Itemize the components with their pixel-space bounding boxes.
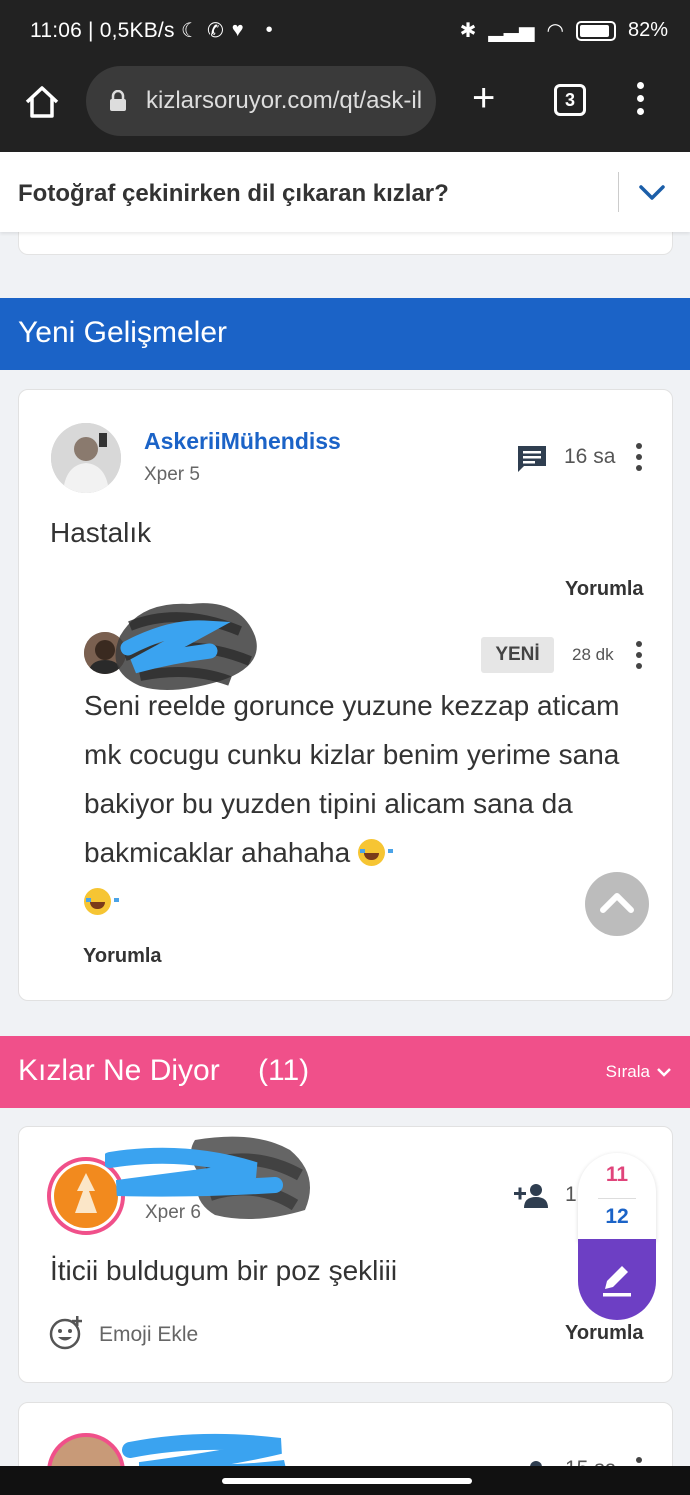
home-icon[interactable] bbox=[22, 82, 62, 122]
reply-comment-button[interactable]: Yorumla bbox=[83, 945, 162, 968]
username[interactable]: AskeriiMühendiss bbox=[144, 428, 341, 455]
moon-icon: ☾ bbox=[181, 20, 199, 42]
message-icon[interactable] bbox=[516, 444, 548, 474]
new-badge: YENİ bbox=[481, 637, 554, 673]
reply-avatar-photo bbox=[84, 632, 126, 674]
battery-icon bbox=[575, 20, 616, 41]
battery-percent: 82% bbox=[627, 19, 668, 41]
whatsapp-icon: ✆ bbox=[206, 20, 224, 42]
wifi-icon: ◠ bbox=[546, 20, 564, 42]
sort-button[interactable]: Sırala bbox=[606, 1062, 672, 1082]
avatar-photo bbox=[51, 423, 121, 493]
reply-avatar[interactable] bbox=[84, 632, 126, 674]
url-bar[interactable]: kizlarsoruyor.com/qt/ask-il bbox=[86, 66, 436, 136]
girl-comment-button[interactable]: Yorumla bbox=[565, 1322, 644, 1345]
signal-icon: ▂▃▅ bbox=[488, 20, 535, 42]
sort-label: Sırala bbox=[605, 1062, 650, 1081]
question-title: Fotoğraf çekinirken dil çıkaran kızlar? bbox=[18, 180, 449, 207]
status-time: 11:06 | 0,5KB/s bbox=[30, 19, 175, 42]
system-nav-bar bbox=[0, 1466, 690, 1495]
counter-separator bbox=[598, 1198, 636, 1199]
xper-level: Xper 5 bbox=[144, 464, 200, 485]
girls-section-header: Kızlar Ne Diyor (11) Sırala bbox=[0, 1036, 690, 1108]
header-divider bbox=[618, 172, 619, 212]
girls-count: 11 bbox=[605, 1163, 629, 1186]
question-header: Fotoğraf çekinirken dil çıkaran kızlar? bbox=[0, 152, 690, 232]
write-answer-button[interactable] bbox=[578, 1239, 656, 1320]
reply-more-options-icon[interactable] bbox=[634, 641, 644, 671]
status-icons-right: ✱ ▂▃▅ ◠ 82% bbox=[460, 18, 668, 43]
girl-avatar[interactable] bbox=[47, 1157, 125, 1235]
reply-text: Seni reelde gorunce yuzune kezzap aticam… bbox=[84, 690, 620, 868]
laughing-emoji-icon bbox=[357, 839, 393, 866]
comment-button[interactable]: Yorumla bbox=[565, 578, 644, 601]
tab-count-button[interactable]: 3 bbox=[554, 84, 586, 116]
vote-counter[interactable]: 11 12 bbox=[578, 1153, 656, 1320]
laughing-emoji-icon bbox=[84, 888, 119, 915]
girl-post-text: İticii buldugum bir poz şekliii bbox=[50, 1255, 398, 1286]
follow-user-icon[interactable] bbox=[514, 1182, 548, 1208]
lock-icon bbox=[110, 90, 126, 111]
boys-count: 12 bbox=[605, 1205, 629, 1228]
pencil-icon bbox=[603, 1266, 631, 1297]
girl-avatar-image bbox=[54, 1164, 118, 1228]
add-emoji-label[interactable]: Emoji Ekle bbox=[99, 1323, 198, 1347]
post-time: 16 sa bbox=[564, 445, 616, 468]
girl-answer-card: Xper 6 1 İticii buldugum bir poz şekliii… bbox=[18, 1126, 673, 1383]
girl-xper-level: Xper 6 bbox=[145, 1202, 201, 1223]
status-icons-left: ☾ ✆ ♥ • bbox=[181, 18, 273, 43]
girls-section-title: Kızlar Ne Diyor bbox=[18, 1054, 220, 1087]
status-bar: 11:06 | 0,5KB/s ☾ ✆ ♥ • ✱ ▂▃▅ ◠ 82% bbox=[0, 0, 690, 62]
url-text: kizlarsoruyor.com/qt/ask-il bbox=[146, 87, 423, 114]
home-gesture-pill[interactable] bbox=[222, 1478, 472, 1484]
updates-section-header: Yeni Gelişmeler bbox=[0, 298, 690, 370]
girl-post-time: 1 bbox=[565, 1183, 577, 1206]
girls-answer-count: (11) bbox=[258, 1054, 310, 1087]
reply-time: 28 dk bbox=[572, 645, 614, 664]
chevron-down-icon[interactable] bbox=[638, 178, 666, 206]
new-tab-plus-icon[interactable]: + bbox=[472, 78, 495, 118]
dot-icon: • bbox=[265, 19, 273, 41]
post-text: Hastalık bbox=[50, 517, 152, 548]
browser-menu-icon[interactable] bbox=[632, 82, 648, 122]
vote-counter-top: 11 12 bbox=[578, 1153, 656, 1241]
browser-toolbar: kizlarsoruyor.com/qt/ask-il + 3 bbox=[0, 62, 690, 152]
bluetooth-icon: ✱ bbox=[459, 20, 477, 42]
heart-icon: ♥ bbox=[231, 19, 244, 41]
add-emoji-icon[interactable] bbox=[49, 1314, 85, 1350]
sort-chevron-icon bbox=[657, 1068, 671, 1077]
more-options-icon[interactable] bbox=[634, 443, 644, 473]
chevron-up-icon bbox=[600, 893, 634, 913]
avatar[interactable] bbox=[51, 423, 121, 493]
scroll-to-top-button[interactable] bbox=[585, 872, 649, 936]
updates-title: Yeni Gelişmeler bbox=[18, 316, 227, 349]
reply-text-block: Seni reelde gorunce yuzune kezzap aticam… bbox=[84, 681, 624, 926]
